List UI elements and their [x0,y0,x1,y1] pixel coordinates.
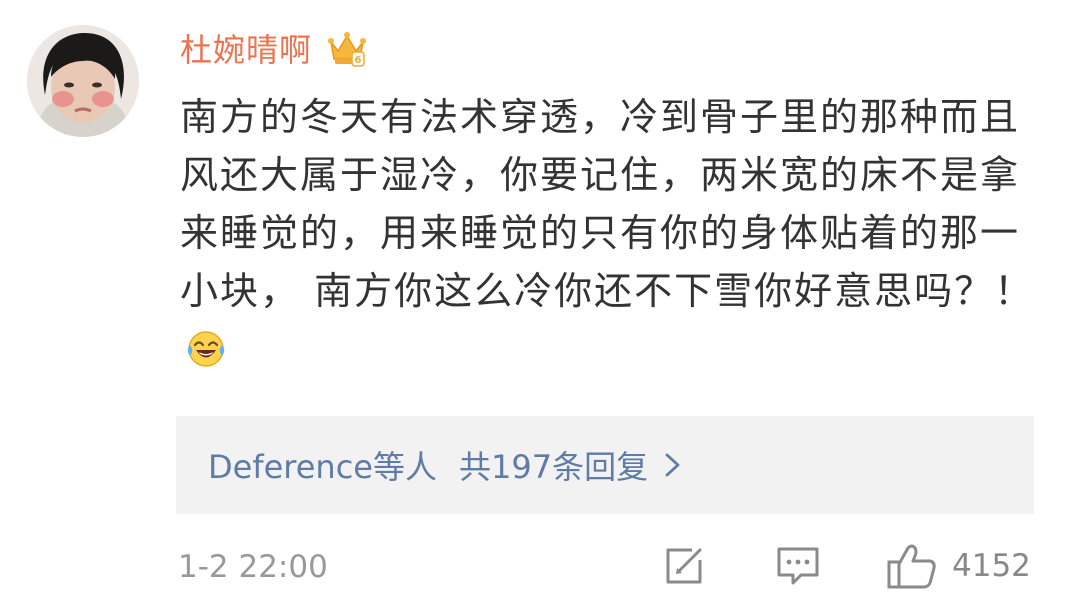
username-row: 杜婉晴啊 6 [180,24,368,72]
comment-icon [777,547,819,585]
repost-icon [666,548,702,584]
vip-crown-badge-icon[interactable]: 6 [326,27,368,69]
replies-preview[interactable]: Deference等人 共197条回复 [176,416,1034,514]
laugh-cry-emoji [187,331,225,367]
meta-row: 1-2 22:00 [178,542,328,592]
like-count: 4152 [952,548,1031,584]
like-button[interactable]: 4152 [886,540,1031,592]
avatar[interactable] [27,25,139,137]
comment-text: 南方的冬天有法术穿透，冷到骨子里的那种而且风还大属于湿冷，你要记住，两米宽的床不… [180,95,1035,313]
comment-body: 南方的冬天有法术穿透，冷到骨子里的那种而且风还大属于湿冷，你要记住，两米宽的床不… [180,88,1040,378]
username[interactable]: 杜婉晴啊 [180,25,312,71]
timestamp: 1-2 22:00 [178,549,328,585]
reply-users[interactable]: Deference等人 [208,442,437,488]
repost-button[interactable] [662,540,706,592]
svg-text:6: 6 [355,55,362,66]
thumbs-up-icon [887,544,936,589]
chevron-right-icon[interactable] [662,450,684,480]
reply-count[interactable]: 共197条回复 [459,442,648,488]
comment-button[interactable] [775,540,821,592]
avatar-image [27,25,139,137]
